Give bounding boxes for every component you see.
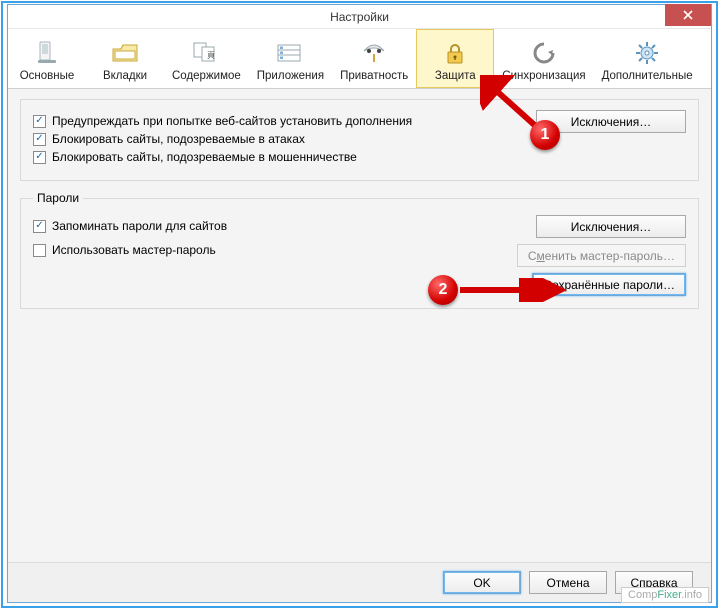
- block-fraud-checkbox[interactable]: Блокировать сайты, подозреваемые в мошен…: [33, 150, 514, 164]
- change-master-button: Сменить мастер-пароль…: [517, 244, 686, 267]
- titlebar: Настройки: [8, 5, 711, 29]
- tab-tabs[interactable]: Вкладки: [86, 29, 164, 88]
- exceptions-addons-button[interactable]: Исключения…: [536, 110, 686, 133]
- tab-advanced[interactable]: Дополнительные: [594, 29, 701, 88]
- checkbox-icon: [33, 220, 46, 233]
- tab-label: Дополнительные: [602, 70, 693, 82]
- tab-privacy[interactable]: Приватность: [332, 29, 416, 88]
- gear-icon: [632, 38, 662, 68]
- ok-button[interactable]: OK: [443, 571, 521, 594]
- general-icon: [32, 38, 62, 68]
- checkbox-label: Использовать мастер-пароль: [52, 243, 216, 257]
- passwords-group: Пароли Запоминать пароли для сайтов Испо…: [20, 191, 699, 309]
- svg-text:頁: 頁: [207, 51, 215, 60]
- saved-passwords-button[interactable]: Сохранённые пароли…: [532, 273, 686, 296]
- toolbar: Основные Вкладки 頁 Содержимое Приложения…: [8, 29, 711, 89]
- tab-label: Синхронизация: [502, 70, 585, 82]
- block-attack-checkbox[interactable]: Блокировать сайты, подозреваемые в атака…: [33, 132, 514, 146]
- footer: OK Отмена Справка: [8, 562, 711, 602]
- tab-label: Содержимое: [172, 70, 241, 82]
- watermark: CompFixer.info: [621, 587, 709, 603]
- checkbox-icon: [33, 244, 46, 257]
- checkbox-label: Предупреждать при попытке веб-сайтов уст…: [52, 114, 412, 128]
- checkbox-label: Запоминать пароли для сайтов: [52, 219, 227, 233]
- settings-window: Настройки Основные Вкладки 頁 Содержимое: [7, 4, 712, 603]
- cancel-button[interactable]: Отмена: [529, 571, 607, 594]
- passwords-legend: Пароли: [33, 191, 83, 205]
- checkbox-icon: [33, 151, 46, 164]
- tab-label: Приватность: [340, 70, 408, 82]
- tabs-icon: [110, 38, 140, 68]
- window-title: Настройки: [330, 10, 389, 24]
- tab-sync[interactable]: Синхронизация: [494, 29, 593, 88]
- lock-icon: [440, 38, 470, 68]
- content-icon: 頁: [191, 38, 221, 68]
- checkbox-icon: [33, 115, 46, 128]
- tab-security[interactable]: Защита: [416, 29, 494, 88]
- applications-icon: [275, 38, 305, 68]
- close-button[interactable]: [665, 4, 711, 26]
- sync-icon: [529, 38, 559, 68]
- tab-label: Вкладки: [103, 70, 147, 82]
- content-area: Предупреждать при попытке веб-сайтов уст…: [8, 89, 711, 562]
- warnings-group: Предупреждать при попытке веб-сайтов уст…: [20, 99, 699, 181]
- tab-content[interactable]: 頁 Содержимое: [164, 29, 249, 88]
- exceptions-passwords-button[interactable]: Исключения…: [536, 215, 686, 238]
- tab-applications[interactable]: Приложения: [249, 29, 332, 88]
- checkbox-icon: [33, 133, 46, 146]
- checkbox-label: Блокировать сайты, подозреваемые в мошен…: [52, 150, 357, 164]
- close-icon: [683, 10, 693, 20]
- tab-label: Основные: [20, 70, 75, 82]
- tab-label: Защита: [435, 70, 476, 82]
- checkbox-label: Блокировать сайты, подозреваемые в атака…: [52, 132, 305, 146]
- tab-general[interactable]: Основные: [8, 29, 86, 88]
- remember-passwords-checkbox[interactable]: Запоминать пароли для сайтов: [33, 219, 505, 233]
- tab-label: Приложения: [257, 70, 324, 82]
- master-password-checkbox[interactable]: Использовать мастер-пароль: [33, 243, 505, 257]
- privacy-icon: [359, 38, 389, 68]
- warn-addons-checkbox[interactable]: Предупреждать при попытке веб-сайтов уст…: [33, 114, 514, 128]
